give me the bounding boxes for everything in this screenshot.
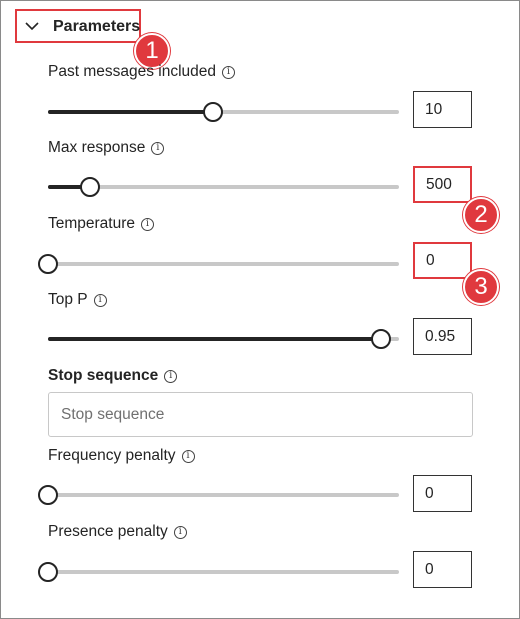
temperature-input[interactable]: 0 [413, 242, 472, 279]
info-icon[interactable]: i [222, 65, 236, 79]
temperature-slider[interactable] [38, 254, 399, 274]
slider-thumb[interactable] [80, 177, 101, 197]
slider-thumb[interactable] [38, 562, 58, 582]
callout-badge-3: 3 [463, 269, 499, 305]
info-icon[interactable]: i [164, 369, 178, 383]
temperature-label-text: Temperature [48, 215, 136, 232]
top-p-slider[interactable] [48, 329, 399, 349]
max-response-label-text: Max response [48, 139, 146, 156]
max-response-label: Max response i [48, 139, 165, 157]
frequency-penalty-input[interactable]: 0 [413, 475, 472, 512]
info-icon[interactable]: i [173, 525, 187, 539]
slider-fill [48, 337, 382, 341]
stop-sequence-label: Stop sequence i [48, 367, 178, 385]
info-icon[interactable]: i [181, 449, 195, 463]
slider-thumb[interactable] [38, 254, 58, 274]
max-response-input[interactable]: 500 [413, 166, 472, 203]
temperature-label: Temperature i [48, 215, 155, 233]
past-messages-slider[interactable] [48, 102, 399, 122]
presence-penalty-slider[interactable] [38, 562, 399, 582]
past-messages-label-text: Past messages included [48, 63, 217, 80]
presence-penalty-label-text: Presence penalty [48, 523, 168, 540]
slider-thumb[interactable] [38, 485, 58, 505]
past-messages-input[interactable]: 10 [413, 91, 472, 128]
stop-sequence-input[interactable]: Stop sequence [48, 392, 473, 437]
parameters-title: Parameters [53, 18, 141, 35]
top-p-label: Top P i [48, 291, 107, 309]
top-p-input[interactable]: 0.95 [413, 318, 472, 355]
presence-penalty-input[interactable]: 0 [413, 551, 472, 588]
frequency-penalty-slider[interactable] [38, 485, 399, 505]
stop-sequence-label-text: Stop sequence [48, 367, 159, 384]
info-icon[interactable]: i [93, 293, 107, 307]
info-icon[interactable]: i [141, 217, 155, 231]
info-icon[interactable]: i [151, 141, 165, 155]
top-p-label-text: Top P [48, 291, 88, 308]
slider-fill [48, 110, 213, 114]
slider-thumb[interactable] [371, 329, 392, 349]
max-response-slider[interactable] [48, 177, 399, 197]
frequency-penalty-label-text: Frequency penalty [48, 447, 176, 464]
parameters-panel: Parameters 1 Past messages included i 10… [0, 0, 520, 619]
past-messages-label: Past messages included i [48, 63, 236, 81]
frequency-penalty-label: Frequency penalty i [48, 447, 195, 465]
slider-thumb[interactable] [202, 102, 223, 122]
chevron-down-icon[interactable] [25, 21, 39, 31]
parameters-header[interactable]: Parameters [15, 9, 141, 43]
callout-badge-2: 2 [463, 197, 499, 233]
presence-penalty-label: Presence penalty i [48, 523, 187, 541]
